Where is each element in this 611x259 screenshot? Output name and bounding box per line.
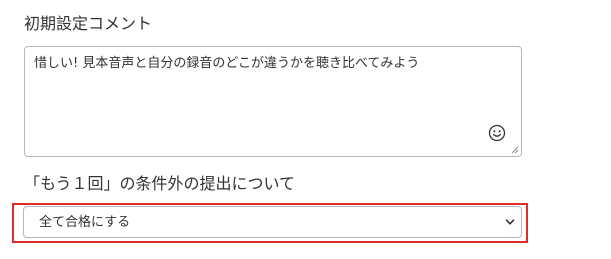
initial-comment-text: 惜しい! 見本音声と自分の録音のどこが違うかを聴き比べてみよう xyxy=(34,56,420,71)
smiley-face-icon[interactable] xyxy=(488,124,506,142)
initial-comment-title: 初期設定コメント xyxy=(24,14,153,33)
retry-condition-selected-value: 全て合格にする xyxy=(39,215,131,230)
retry-condition-select[interactable]: 全て合格にする xyxy=(23,206,522,238)
initial-comment-textarea[interactable]: 惜しい! 見本音声と自分の録音のどこが違うかを聴き比べてみよう xyxy=(24,46,522,157)
chevron-down-icon xyxy=(505,219,515,225)
resize-grip-icon[interactable] xyxy=(511,146,519,154)
retry-condition-title: 「もう１回」の条件外の提出について xyxy=(24,174,296,193)
